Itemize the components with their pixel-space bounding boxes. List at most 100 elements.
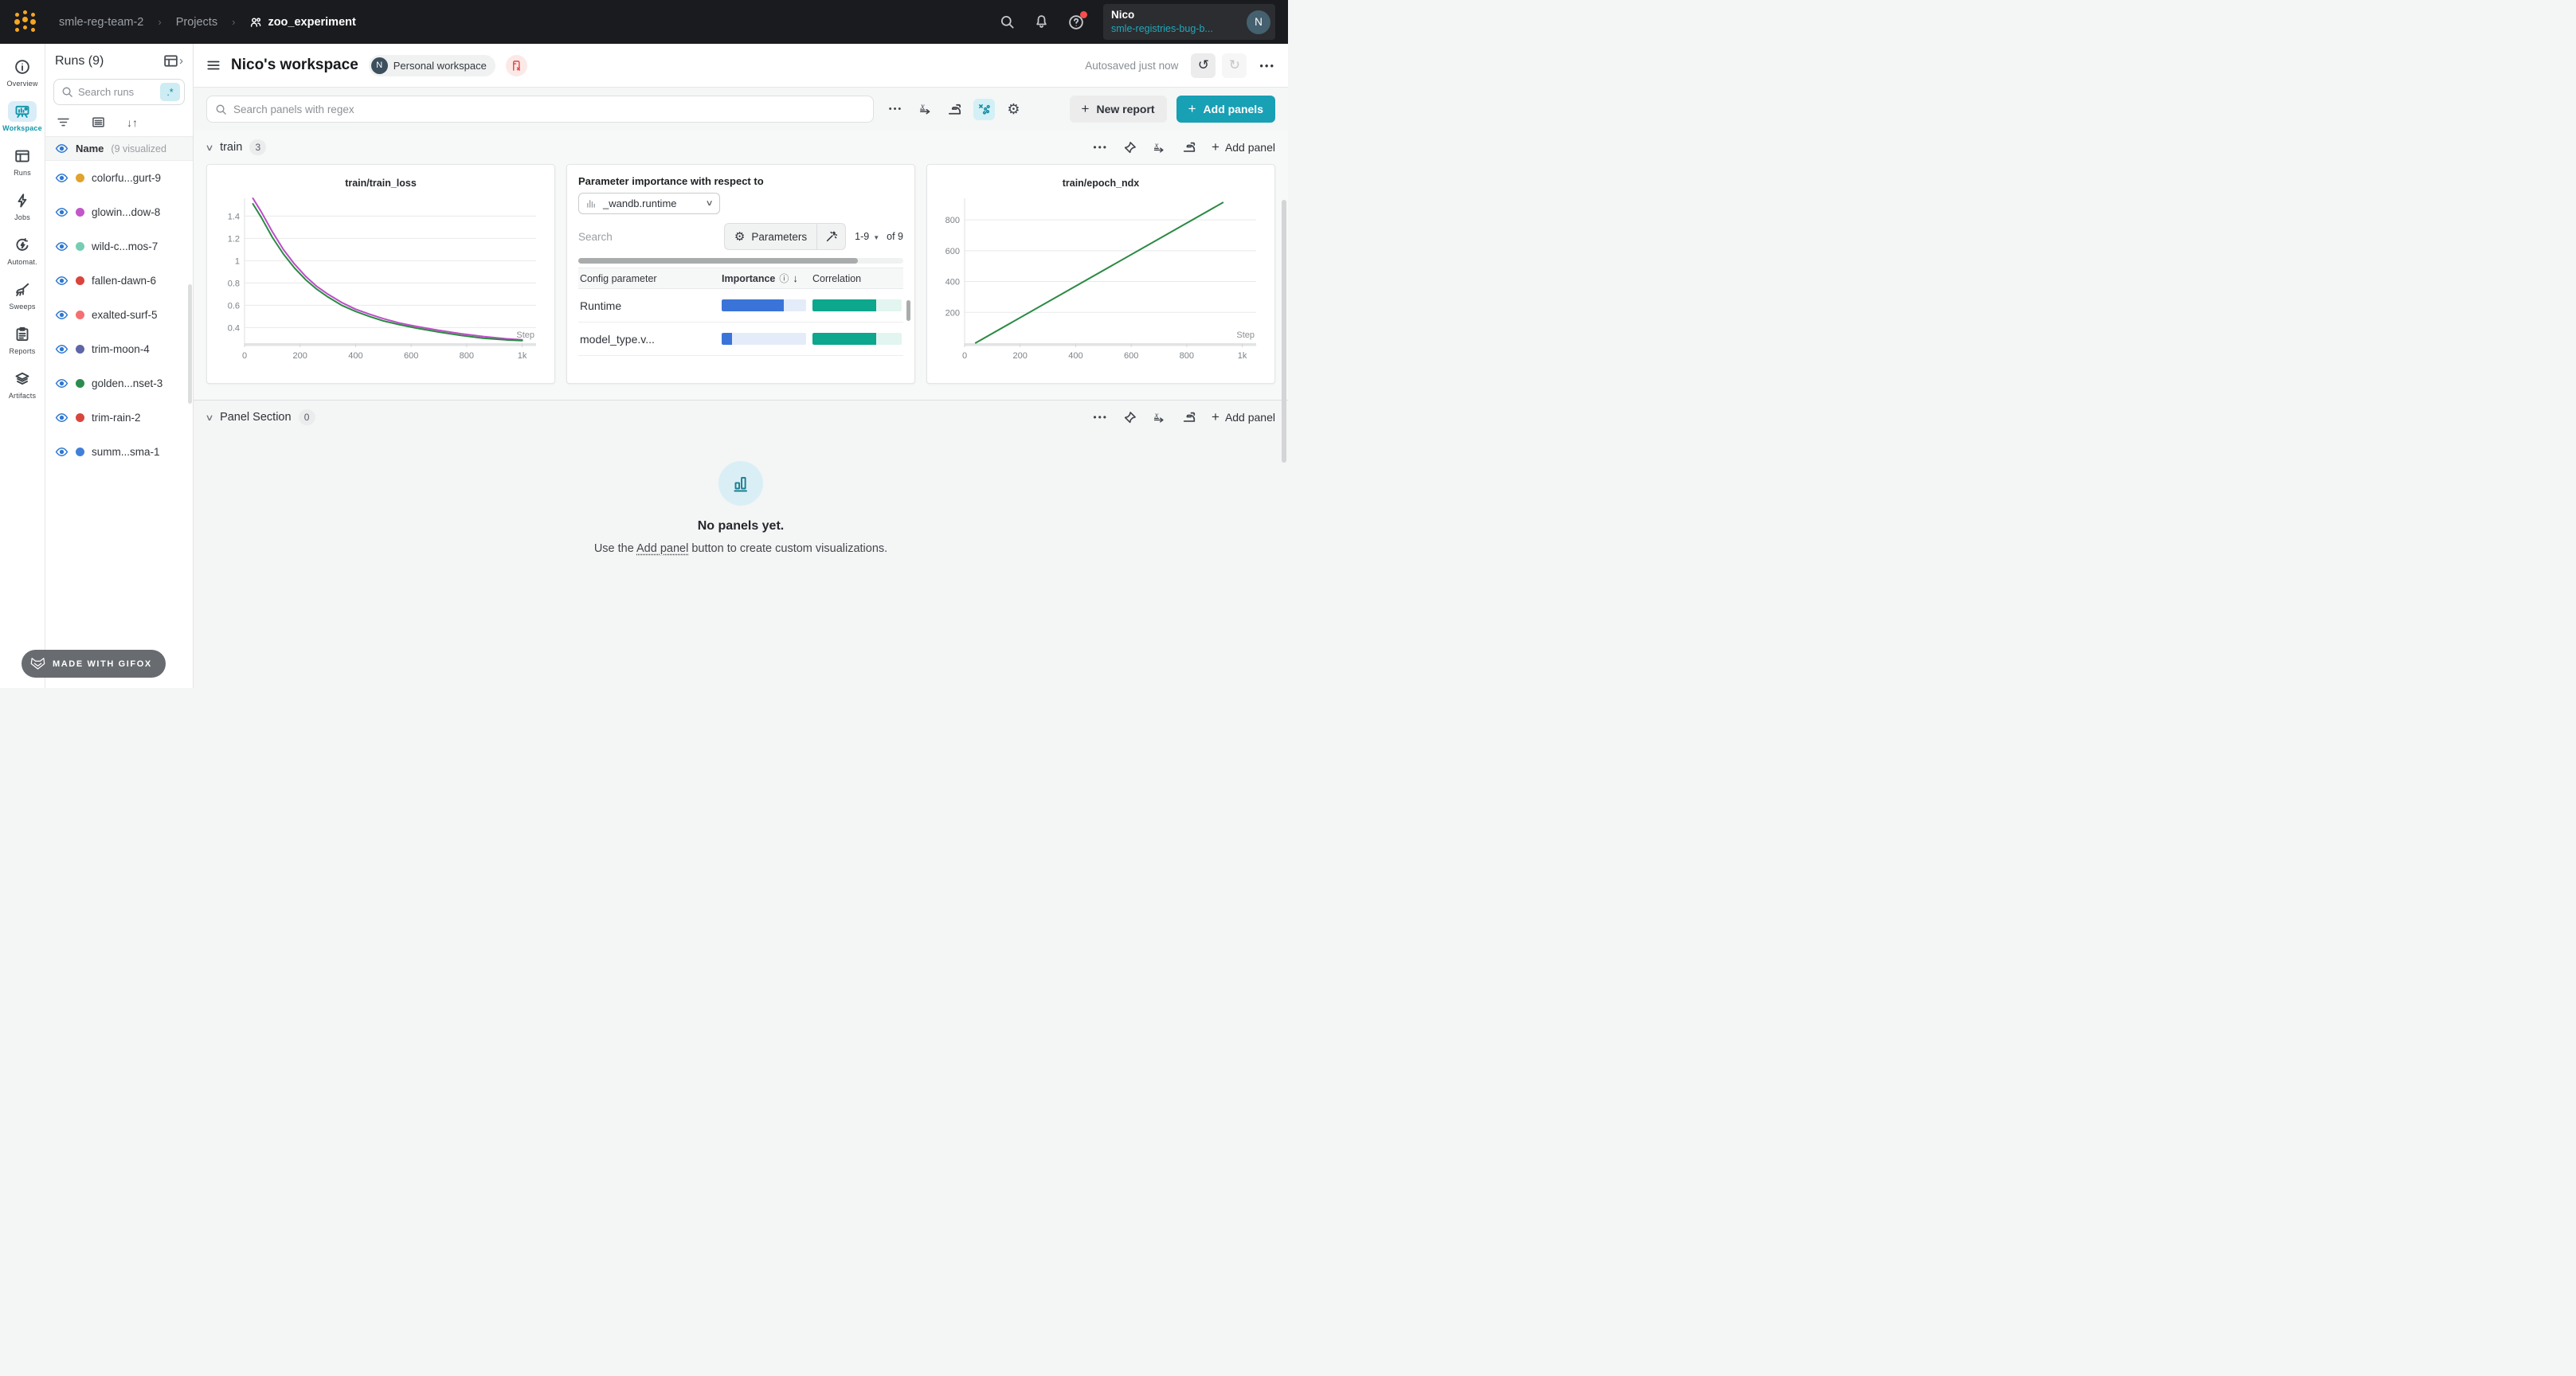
section-x-axis-icon[interactable]: x	[1152, 140, 1167, 155]
section-add-panel-button[interactable]: + Add panel	[1212, 409, 1275, 425]
eye-icon[interactable]	[55, 142, 69, 155]
eye-icon[interactable]	[55, 377, 69, 390]
svg-text:200: 200	[1013, 351, 1028, 361]
profile-team-link[interactable]: smle-registries-bug-b...	[1111, 23, 1237, 34]
group-list-icon[interactable]	[92, 115, 105, 129]
sidebar-item-reports[interactable]: Reports	[0, 318, 45, 362]
eye-icon[interactable]	[55, 274, 69, 287]
filter-icon[interactable]	[57, 115, 70, 129]
sampling-scatter-icon[interactable]	[973, 99, 995, 120]
run-row[interactable]: summ...sma-1	[45, 435, 193, 469]
runs-table-expand-icon[interactable]	[163, 53, 178, 68]
run-row[interactable]: fallen-dawn-6	[45, 264, 193, 298]
epoch-ndx-line-chart[interactable]: 20040060080002004006008001kStep	[938, 194, 1264, 362]
breadcrumb-project[interactable]: zoo_experiment	[249, 16, 355, 29]
run-row[interactable]: glowin...dow-8	[45, 195, 193, 229]
help-icon[interactable]	[1068, 14, 1084, 30]
eye-icon[interactable]	[55, 342, 69, 356]
section-overflow-menu[interactable]: •••	[1093, 412, 1108, 423]
settings-gear-icon[interactable]: ⚙	[1003, 99, 1024, 120]
runs-search-input[interactable]	[78, 86, 155, 98]
undo-button[interactable]: ↺	[1191, 53, 1216, 78]
collapse-chevron-icon[interactable]: ∨	[205, 143, 213, 153]
workspace-overflow-menu[interactable]: •••	[1259, 60, 1275, 72]
section-x-axis-icon[interactable]: x	[1152, 410, 1167, 425]
importance-column[interactable]: Importance ⓘ ↓	[722, 272, 806, 285]
regex-toggle[interactable]: .*	[160, 83, 180, 101]
wandb-logo[interactable]	[13, 10, 38, 35]
menu-hamburger-icon[interactable]	[206, 58, 221, 72]
global-search-icon[interactable]	[1000, 14, 1015, 29]
pin-section-icon[interactable]	[1123, 411, 1137, 424]
correlation-bar-track	[812, 333, 902, 345]
param-table-row[interactable]: Runtime	[578, 289, 903, 322]
expand-chevron[interactable]: ›	[179, 54, 183, 68]
run-row[interactable]: trim-rain-2	[45, 401, 193, 435]
eye-icon[interactable]	[55, 445, 69, 459]
run-row[interactable]: wild-c...mos-7	[45, 229, 193, 264]
avatar[interactable]: N	[1247, 10, 1270, 34]
add-panel-link[interactable]: Add panel	[636, 542, 688, 555]
redo-button[interactable]: ↻	[1222, 53, 1247, 78]
eye-icon[interactable]	[55, 240, 69, 253]
section-smoothing-icon[interactable]	[1182, 140, 1196, 154]
eye-icon[interactable]	[55, 205, 69, 219]
horizontal-scrollbar-thumb[interactable]	[578, 258, 858, 264]
sidebar-item-runs[interactable]: Runs	[0, 139, 45, 184]
param-table-row[interactable]: model_type.v...	[578, 322, 903, 356]
pin-section-icon[interactable]	[1123, 141, 1137, 154]
runs-name-header[interactable]: Name (9 visualized	[45, 136, 193, 161]
sidebar-item-workspace[interactable]: Workspace	[0, 95, 45, 139]
train-loss-line-chart[interactable]: 0.40.60.811.21.402004006008001kStep	[217, 194, 544, 362]
x-axis-settings-icon[interactable]: x	[914, 99, 936, 120]
new-report-button[interactable]: + New report	[1070, 96, 1167, 123]
run-row[interactable]: golden...nset-3	[45, 366, 193, 401]
section-overflow-menu[interactable]: •••	[1093, 142, 1108, 153]
config-parameter-column[interactable]: Config parameter	[580, 273, 715, 284]
panel-train-loss-chart[interactable]: train/train_loss 0.40.60.811.21.40200400…	[206, 164, 555, 384]
pagination-control[interactable]: 1-9 ▼ of 9	[855, 231, 903, 242]
lightning-icon	[8, 190, 37, 211]
eye-icon[interactable]	[55, 171, 69, 185]
personal-workspace-badge[interactable]: N Personal workspace	[369, 55, 495, 76]
sidebar-item-sweeps[interactable]: Sweeps	[0, 273, 45, 318]
run-row[interactable]: exalted-surf-5	[45, 298, 193, 332]
notifications-bell-icon[interactable]	[1034, 14, 1049, 29]
breadcrumb-projects[interactable]: Projects	[176, 16, 217, 29]
panel-search-input[interactable]	[233, 104, 865, 115]
param-search-placeholder[interactable]: Search	[578, 231, 613, 243]
sort-icon[interactable]: ↓↑	[127, 116, 138, 129]
smoothing-iron-icon[interactable]	[944, 99, 965, 120]
vertical-scrollbar-thumb[interactable]	[906, 300, 910, 321]
panel-parameter-importance[interactable]: Parameter importance with respect to _wa…	[566, 164, 915, 384]
info-icon: ⓘ	[779, 272, 789, 285]
metric-select[interactable]: _wandb.runtime ∨	[578, 193, 720, 214]
svg-text:0.4: 0.4	[228, 323, 240, 333]
run-row[interactable]: colorfu...gurt-9	[45, 161, 193, 195]
section-title[interactable]: train	[220, 141, 242, 154]
section-smoothing-icon[interactable]	[1182, 410, 1196, 424]
add-panels-button[interactable]: + Add panels	[1176, 96, 1275, 123]
run-row[interactable]: trim-moon-4	[45, 332, 193, 366]
breadcrumb-separator: ›	[158, 16, 161, 28]
collapse-chevron-icon[interactable]: ∨	[205, 412, 213, 423]
clear-workspace-icon[interactable]	[506, 55, 527, 76]
panel-epoch-ndx-chart[interactable]: train/epoch_ndx 200400600800020040060080…	[926, 164, 1275, 384]
main-scrollbar[interactable]	[1282, 200, 1286, 463]
parameters-button[interactable]: ⚙ Parameters	[725, 224, 816, 249]
runs-scrollbar[interactable]	[188, 284, 192, 404]
sidebar-item-overview[interactable]: Overview	[0, 50, 45, 95]
section-add-panel-button[interactable]: + Add panel	[1212, 139, 1275, 155]
info-icon	[8, 57, 37, 77]
breadcrumb-team[interactable]: smle-reg-team-2	[59, 16, 143, 29]
profile-card[interactable]: Nico smle-registries-bug-b... N	[1103, 4, 1275, 40]
eye-icon[interactable]	[55, 411, 69, 424]
eye-icon[interactable]	[55, 308, 69, 322]
sidebar-item-automations[interactable]: Automat.	[0, 229, 45, 273]
correlation-column[interactable]: Correlation	[812, 273, 902, 284]
toolbar-overflow-menu[interactable]: •••	[885, 99, 906, 120]
sidebar-item-jobs[interactable]: Jobs	[0, 184, 45, 229]
sidebar-item-artifacts[interactable]: Artifacts	[0, 362, 45, 407]
section-title[interactable]: Panel Section	[220, 411, 291, 424]
magic-wand-button[interactable]	[816, 224, 845, 249]
